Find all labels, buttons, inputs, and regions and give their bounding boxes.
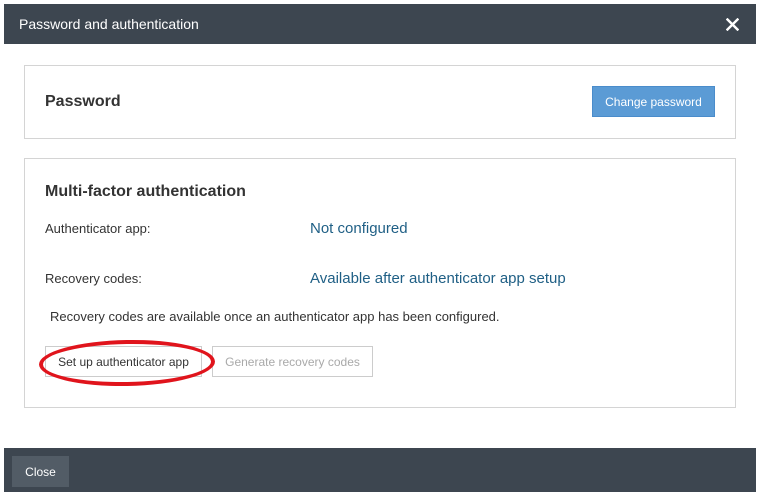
setup-authenticator-button[interactable]: Set up authenticator app [45, 346, 202, 377]
password-auth-dialog: Password and authentication Password Cha… [4, 4, 756, 492]
recovery-codes-label: Recovery codes: [45, 271, 142, 286]
close-icon-glyph [725, 17, 739, 31]
authenticator-app-label: Authenticator app: [45, 221, 151, 236]
mfa-panel: Multi-factor authentication Authenticato… [24, 158, 736, 408]
mfa-section-title: Multi-factor authentication [45, 183, 246, 200]
password-section-title: Password [45, 93, 121, 110]
close-icon[interactable] [720, 12, 744, 36]
close-button[interactable]: Close [12, 456, 69, 487]
recovery-codes-note: Recovery codes are available once an aut… [50, 309, 500, 324]
recovery-codes-status: Available after authenticator app setup [310, 270, 566, 287]
password-panel: Password Change password [24, 65, 736, 139]
authenticator-app-status: Not configured [310, 220, 408, 237]
dialog-footer: Close [4, 448, 756, 492]
dialog-titlebar: Password and authentication [4, 4, 756, 44]
generate-recovery-codes-button[interactable]: Generate recovery codes [212, 346, 373, 377]
change-password-button[interactable]: Change password [592, 86, 715, 117]
dialog-title: Password and authentication [19, 16, 199, 32]
